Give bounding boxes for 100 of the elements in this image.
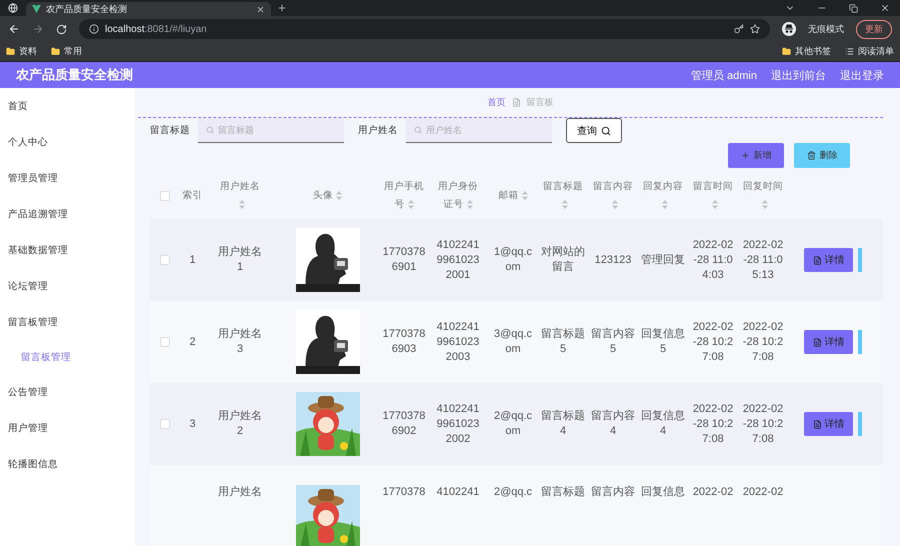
row-checkbox[interactable] [160, 337, 170, 347]
table-cell: 留言标题5 [540, 327, 586, 357]
sort-icon[interactable] [612, 200, 618, 209]
star-icon[interactable] [750, 24, 760, 34]
sidebar-item[interactable]: 用户管理 [0, 410, 135, 446]
bookmark[interactable]: 资料 [6, 45, 37, 58]
detail-button[interactable]: 详情 [804, 330, 853, 354]
app-title: 农产品质量安全检测 [16, 66, 133, 84]
detail-button[interactable]: 详情 [804, 412, 853, 436]
table-cell: 17703786901 [382, 245, 426, 275]
sidebar-item[interactable]: 留言板管理 [0, 304, 135, 340]
sort-icon[interactable] [466, 200, 472, 209]
page-icon [512, 98, 520, 107]
action-button[interactable] [858, 330, 862, 354]
sidebar-item[interactable]: 基础数据管理 [0, 232, 135, 268]
browser-tab[interactable]: 农产品质量安全检测 [26, 2, 271, 16]
breadcrumb-item: 留言板 [526, 96, 554, 109]
sidebar-item[interactable]: 轮播图信息 [0, 446, 135, 482]
sidebar-item[interactable]: 产品追溯管理 [0, 196, 135, 232]
address-bar[interactable]: localhost:8081/#/liuyan [79, 19, 770, 39]
sidebar-item[interactable]: 个人中心 [0, 124, 135, 160]
table-cell: 2022-02-28 11:04:03 [692, 238, 734, 282]
sort-icon[interactable] [762, 200, 768, 209]
column-header[interactable]: 索引 [182, 187, 202, 205]
add-button[interactable]: 新增 [728, 143, 784, 168]
action-button[interactable] [858, 248, 862, 272]
query-button[interactable]: 查询 [566, 118, 622, 143]
sort-icon[interactable] [238, 200, 244, 209]
sidebar-item[interactable]: 公告管理 [0, 374, 135, 410]
document-icon [812, 256, 822, 264]
sort-icon[interactable] [522, 190, 528, 200]
folder-icon [782, 47, 791, 56]
search-icon [601, 126, 611, 136]
sidebar-item[interactable]: 管理员管理 [0, 160, 135, 196]
search-icon [206, 126, 214, 134]
row-checkbox[interactable] [160, 419, 170, 429]
restore-icon[interactable] [849, 3, 858, 13]
key-icon[interactable] [734, 24, 744, 34]
column-header[interactable]: 留言内容 [590, 178, 636, 214]
forward-icon[interactable] [32, 23, 44, 35]
row-checkbox[interactable] [160, 255, 170, 265]
plus-icon[interactable] [277, 3, 287, 13]
table-cell: 2022-02-28 10:27:08 [742, 320, 784, 364]
column-header[interactable]: 回复内容 [640, 178, 686, 214]
column-header[interactable]: 头像 [313, 187, 342, 205]
detail-button[interactable]: 详情 [804, 248, 853, 272]
table-cell: 对网站的留言 [540, 245, 586, 275]
list-icon [845, 47, 854, 56]
bookmark[interactable]: 其他书签 [782, 45, 831, 58]
column-header[interactable]: 留言标题 [540, 178, 586, 214]
table-cell: 4102241 [436, 485, 480, 500]
breadcrumb-item[interactable]: 首页 [488, 96, 506, 109]
sort-icon[interactable] [712, 200, 718, 209]
folder-icon [6, 47, 15, 56]
table-cell: 1770378 [382, 485, 426, 500]
checkbox[interactable] [160, 191, 170, 201]
plus-icon [740, 151, 750, 160]
sort-icon[interactable] [408, 200, 414, 209]
column-header[interactable]: 用户手机号 [381, 178, 427, 214]
column-header[interactable]: 用户姓名 [217, 178, 263, 214]
field-label: 留言标题 [150, 124, 190, 137]
sort-icon[interactable] [562, 200, 568, 209]
header-link[interactable]: 退出登录 [840, 68, 884, 82]
bookmark[interactable]: 常用 [51, 45, 82, 58]
table-cell: 2022-02-28 10:27:08 [692, 320, 734, 364]
table-cell-text: 123123 [594, 252, 632, 268]
bookmark[interactable]: 阅读清单 [845, 45, 894, 58]
search-field[interactable]: 用户姓名 [406, 118, 552, 143]
search-field[interactable]: 留言标题 [198, 118, 344, 143]
column-header[interactable]: 邮箱 [498, 187, 528, 205]
back-icon[interactable] [8, 23, 20, 35]
table-cell: 2022-02-28 11:05:13 [742, 238, 784, 282]
table-cell: 用户姓名 [217, 485, 263, 500]
url-text: localhost:8081/#/liuyan [105, 24, 208, 34]
table-cell-text: 1@qq.com [492, 245, 534, 275]
table-cell: 410224199610232002 [436, 402, 480, 446]
incognito-icon[interactable] [782, 22, 796, 36]
action-button[interactable] [858, 412, 862, 436]
table-cell: 留言内容5 [590, 327, 636, 357]
header-link[interactable]: 退出到前台 [771, 68, 826, 82]
sidebar-subitem[interactable]: 留言板管理 [0, 340, 135, 374]
trash-icon [806, 151, 816, 160]
sidebar-item[interactable]: 首页 [0, 88, 135, 124]
close-icon[interactable] [880, 3, 890, 13]
reload-icon[interactable] [56, 24, 67, 34]
incognito-label: 无痕模式 [808, 22, 844, 36]
column-header[interactable]: 留言时间 [690, 178, 736, 214]
column-header[interactable]: 用户身份证号 [435, 178, 481, 214]
folder-icon [51, 47, 60, 56]
table-cell-text: 3@qq.com [492, 327, 534, 357]
table-cell: 17703786903 [382, 327, 426, 357]
close-icon[interactable] [256, 4, 265, 14]
update-button[interactable]: 更新 [856, 20, 892, 38]
table-cell: 留言内容4 [590, 409, 636, 439]
sort-icon[interactable] [336, 190, 342, 200]
sidebar-item[interactable]: 论坛管理 [0, 268, 135, 304]
table-cell-text: 2@qq.com [492, 409, 534, 439]
column-header[interactable]: 回复时间 [740, 178, 786, 214]
sort-icon[interactable] [662, 200, 668, 209]
delete-button[interactable]: 删除 [794, 143, 850, 168]
